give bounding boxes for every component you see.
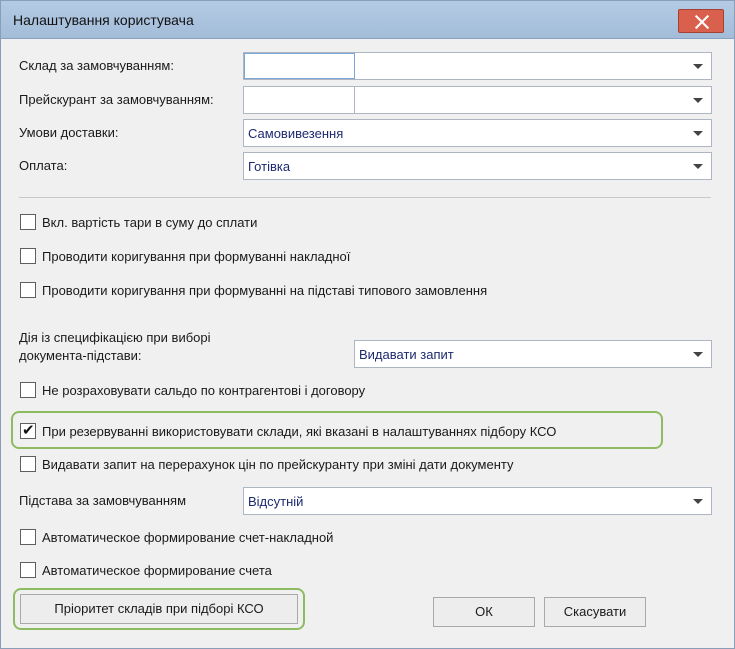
pricelist-label: Прейскурант за замовчуванням: (19, 92, 214, 107)
warehouse-select[interactable] (243, 52, 712, 80)
spec-action-select[interactable]: Видавати запит (354, 340, 712, 368)
chevron-down-icon (693, 131, 703, 136)
no-balance-label: Не розраховувати сальдо по контрагентові… (42, 383, 366, 398)
warehouse-code-input[interactable] (244, 53, 355, 79)
basis-value: Відсутній (248, 494, 304, 509)
settings-dialog: Налаштування користувача Склад за замовч… (0, 0, 735, 649)
checkmark-icon: ✔ (22, 422, 35, 439)
delivery-select[interactable]: Самовивезення (243, 119, 712, 147)
cancel-button[interactable]: Скасувати (544, 597, 646, 627)
title-bar: Налаштування користувача (1, 1, 734, 39)
ok-button[interactable]: ОК (433, 597, 535, 627)
auto-bill-label: Автоматическое формирование счета (42, 563, 272, 578)
adjust-typical-label: Проводити коригування при формуванні на … (42, 283, 488, 298)
chevron-down-icon (693, 352, 703, 357)
pricelist-code-input[interactable] (244, 87, 355, 113)
delivery-value: Самовивезення (248, 126, 344, 141)
tare-checkbox[interactable]: ✔ (20, 214, 36, 230)
basis-label: Підстава за замовчуванням (19, 493, 187, 508)
basis-select[interactable]: Відсутній (243, 487, 712, 515)
adjust-invoice-label: Проводити коригування при формуванні нак… (42, 249, 351, 264)
reserve-kso-checkbox[interactable]: ✔ (20, 422, 36, 439)
auto-bill-checkbox[interactable]: ✔ (20, 562, 36, 578)
divider (19, 197, 711, 198)
reserve-kso-label: При резервуванні використовувати склади,… (42, 424, 557, 439)
spec-action-label-line2: документа-підстави: (19, 348, 142, 363)
recalc-prices-checkbox[interactable]: ✔ (20, 456, 36, 472)
spec-action-label-line1: Дія із специфікацією при виборі (19, 330, 211, 345)
dialog-title: Налаштування користувача (13, 12, 194, 28)
payment-value: Готівка (248, 159, 291, 174)
tare-label: Вкл. вартість тари в суму до сплати (42, 215, 258, 230)
payment-select[interactable]: Готівка (243, 152, 712, 180)
adjust-invoice-checkbox[interactable]: ✔ (20, 248, 36, 264)
chevron-down-icon (693, 164, 703, 169)
recalc-prices-label: Видавати запит на перерахунок цін по пре… (42, 457, 514, 472)
no-balance-checkbox[interactable]: ✔ (20, 382, 36, 398)
auto-invoice-label: Автоматическое формирование счет-накладн… (42, 530, 334, 545)
chevron-down-icon (693, 64, 703, 69)
chevron-down-icon (693, 499, 703, 504)
delivery-label: Умови доставки: (19, 125, 119, 140)
payment-label: Оплата: (19, 158, 68, 173)
close-button[interactable] (678, 9, 724, 33)
warehouse-priority-button[interactable]: Пріоритет складів при підборі КСО (20, 594, 298, 624)
chevron-down-icon (693, 98, 703, 103)
warehouse-label: Склад за замовчуванням: (19, 58, 174, 73)
spec-action-value: Видавати запит (359, 347, 454, 362)
auto-invoice-checkbox[interactable]: ✔ (20, 529, 36, 545)
adjust-typical-checkbox[interactable]: ✔ (20, 282, 36, 298)
pricelist-select[interactable] (243, 86, 712, 114)
